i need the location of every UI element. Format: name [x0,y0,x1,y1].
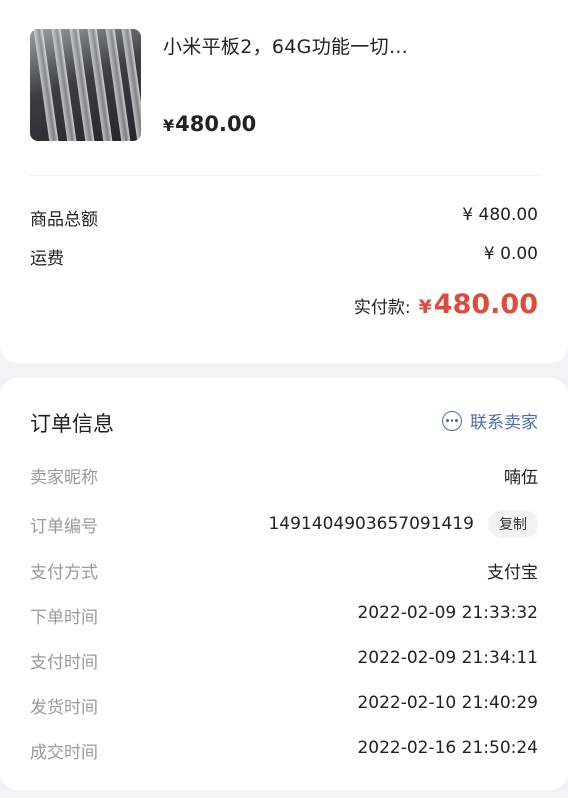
payment-time-label: 支付时间 [30,653,98,673]
product-title[interactable]: 小米平板2，64G功能一切… [163,32,408,59]
shipping-label: 运费 [30,249,64,269]
payment-time-value: 2022-02-09 21:34:11 [357,648,538,668]
copy-button[interactable]: 复制 [488,510,538,538]
completion-time-label: 成交时间 [30,743,98,763]
currency-symbol: ¥ [163,116,175,135]
product-price-value: 480.00 [175,112,257,136]
completion-time-value: 2022-02-16 21:50:24 [357,738,538,758]
product-thumbnail[interactable] [30,29,141,141]
paid-amount: 480.00 [433,289,538,320]
paid-label: 实付款: [353,298,411,318]
order-number-label: 订单编号 [30,517,98,537]
payment-method-label: 支付方式 [30,563,98,583]
seller-nickname-label: 卖家昵称 [30,468,98,488]
order-summary-card: 小米平板2，64G功能一切… ¥480.00 商品总额 ¥ 480.00 运费 … [0,0,568,363]
payment-method-value: 支付宝 [487,563,538,583]
divider [30,175,540,176]
total-label: 商品总额 [30,210,98,230]
contact-seller-button[interactable]: 联系卖家 [442,408,538,433]
paid-value: ¥480.00 [419,289,538,320]
shipping-time-label: 发货时间 [30,698,98,718]
order-time-value: 2022-02-09 21:33:32 [357,603,538,623]
order-info-card: 订单信息 联系卖家 卖家昵称 喃伍 订单编号 14914049036570914… [0,378,568,790]
product-price: ¥480.00 [163,112,256,136]
total-value: ¥ 480.00 [462,205,538,225]
shipping-value: ¥ 0.00 [483,244,538,264]
currency-symbol: ¥ [418,296,432,318]
contact-seller-label: 联系卖家 [470,413,538,433]
shipping-time-value: 2022-02-10 21:40:29 [357,693,538,713]
order-number-value: 1491404903657091419 [268,514,474,534]
chat-bubble-icon [442,410,462,431]
order-time-label: 下单时间 [30,608,98,628]
order-info-title: 订单信息 [30,412,114,436]
order-number-row: 1491404903657091419 复制 [268,510,538,538]
paid-amount-row: 实付款: ¥480.00 [354,289,538,320]
seller-nickname-value: 喃伍 [504,468,538,488]
